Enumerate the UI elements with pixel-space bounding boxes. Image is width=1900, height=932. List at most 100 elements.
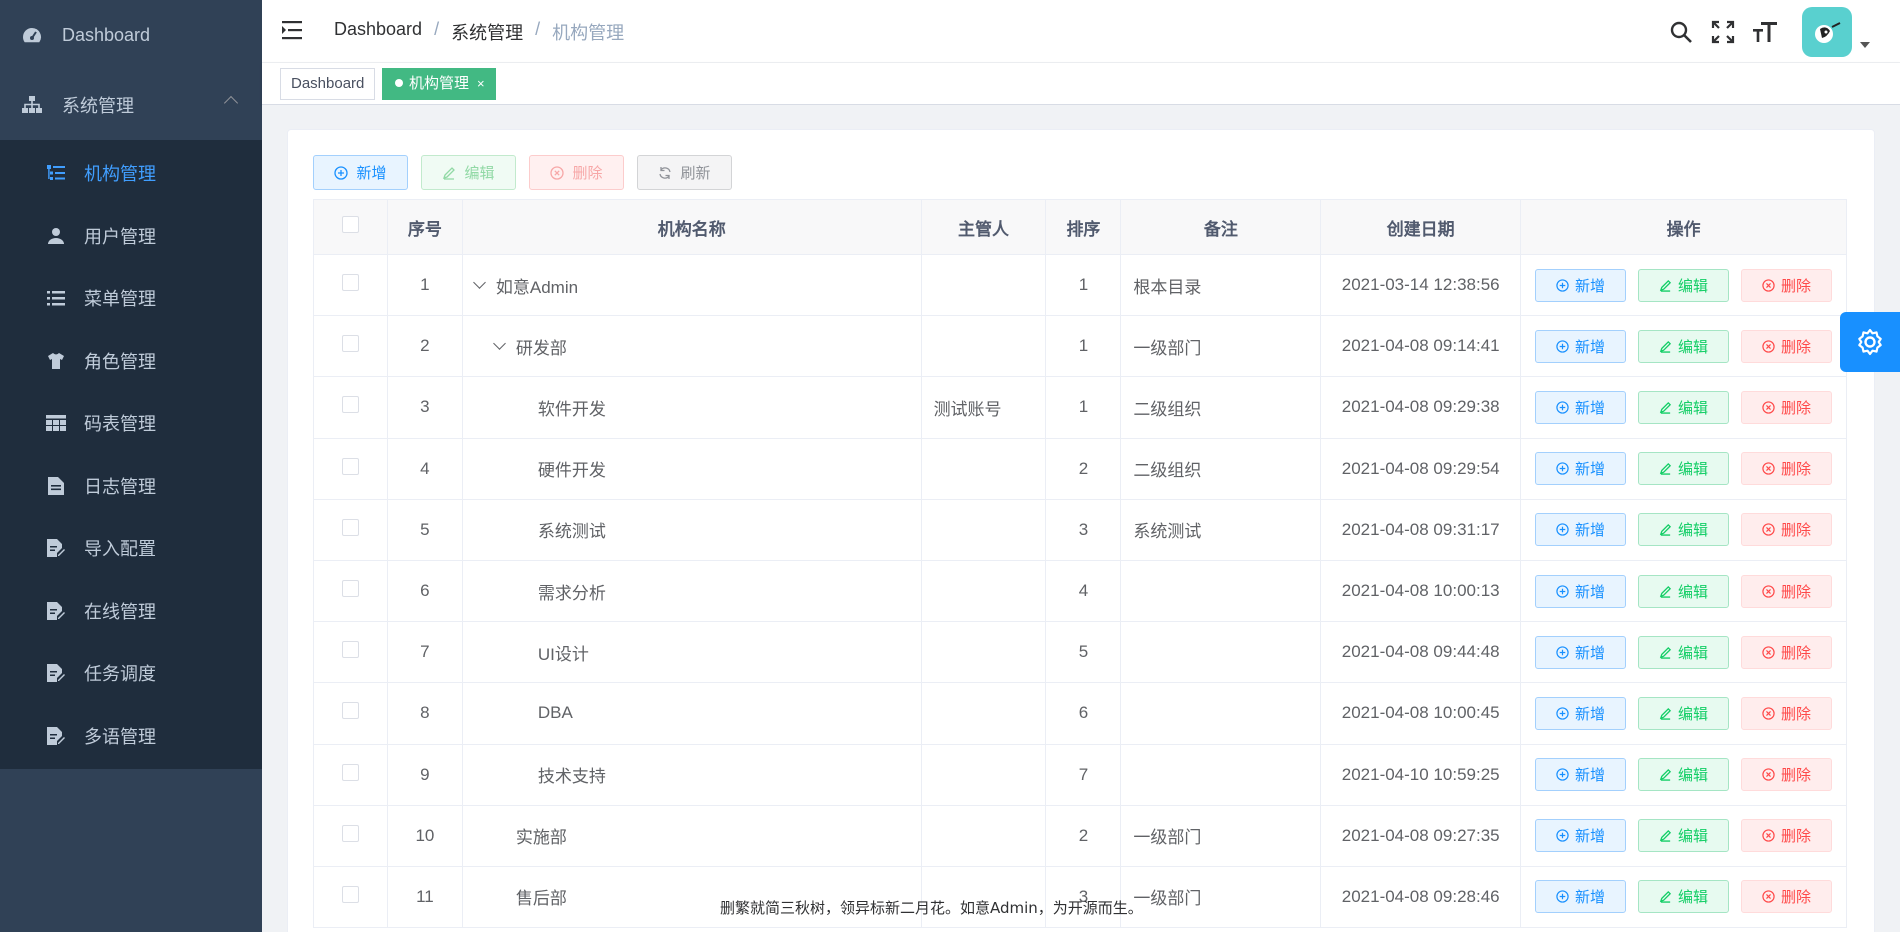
- row-delete-button[interactable]: 删除: [1741, 758, 1833, 792]
- row-edit-button[interactable]: 编辑: [1638, 880, 1730, 914]
- row-delete-button[interactable]: 删除: [1741, 452, 1833, 486]
- sidebar-item[interactable]: 机构管理: [0, 142, 262, 205]
- row-checkbox[interactable]: [341, 274, 359, 292]
- breadcrumb-item[interactable]: Dashboard: [334, 19, 422, 45]
- sidebar-item[interactable]: 码表管理: [0, 392, 262, 455]
- row-add-button[interactable]: 新增: [1535, 268, 1627, 302]
- row-delete-button[interactable]: 删除: [1741, 390, 1833, 424]
- row-add-button[interactable]: 新增: [1535, 635, 1627, 669]
- row-edit-button[interactable]: 编辑: [1638, 452, 1730, 486]
- row-edit-button[interactable]: 编辑: [1638, 819, 1730, 853]
- row-delete-button[interactable]: 删除: [1741, 880, 1833, 914]
- row-checkbox[interactable]: [341, 885, 359, 903]
- sidebar-item[interactable]: 任务调度: [0, 642, 262, 705]
- table-row[interactable]: 8 DBA 6 2021-04-08 10:00:45 新增 编辑 删除: [313, 682, 1847, 745]
- row-add-button[interactable]: 新增: [1535, 696, 1627, 730]
- row-edit-button[interactable]: 编辑: [1638, 574, 1730, 608]
- select-all-checkbox[interactable]: [341, 216, 359, 233]
- font-size-icon[interactable]: [1752, 19, 1778, 45]
- row-checkbox[interactable]: [341, 702, 359, 720]
- sidebar-item[interactable]: 角色管理: [0, 330, 262, 393]
- row-add-button[interactable]: 新增: [1535, 758, 1627, 792]
- table-row[interactable]: 5 系统测试 3 系统测试 2021-04-08 09:31:17 新增 编辑 删除: [313, 498, 1847, 561]
- table-row[interactable]: 10 实施部 2 一级部门 2021-04-08 09:27:35 新增 编辑 删除: [313, 804, 1847, 867]
- select-cell: [313, 804, 388, 867]
- row-edit-button[interactable]: 编辑: [1638, 513, 1730, 547]
- row-checkbox[interactable]: [341, 824, 359, 842]
- edit-button[interactable]: 编辑: [421, 155, 516, 190]
- search-icon[interactable]: [1668, 19, 1694, 45]
- caret-down-icon[interactable]: [1860, 41, 1870, 48]
- sidebar-item[interactable]: 日志管理: [0, 455, 262, 518]
- table-row[interactable]: 1 如意Admin 1 根本目录 2021-03-14 12:38:56 新增 编辑 删除: [313, 253, 1847, 317]
- breadcrumb-item[interactable]: 系统管理: [451, 19, 523, 45]
- row-delete-button[interactable]: 删除: [1741, 696, 1833, 730]
- cell-sort: 3: [1045, 498, 1122, 561]
- settings-gear-button[interactable]: [1840, 312, 1900, 372]
- tag-dashboard[interactable]: Dashboard: [280, 68, 376, 100]
- refresh-button[interactable]: 刷新: [637, 155, 732, 190]
- row-add-button[interactable]: 新增: [1535, 329, 1627, 363]
- row-edit-button[interactable]: 编辑: [1638, 696, 1730, 730]
- cell-remark: 一级部门: [1120, 865, 1322, 929]
- button-label: 新增: [1575, 522, 1606, 540]
- row-edit-button[interactable]: 编辑: [1638, 758, 1730, 792]
- expand-arrow-icon[interactable]: [473, 275, 486, 289]
- sidebar-item-label: 菜单管理: [84, 289, 156, 310]
- sidebar-item[interactable]: 导入配置: [0, 517, 262, 580]
- cell-remark: [1120, 559, 1322, 623]
- row-delete-button[interactable]: 删除: [1741, 329, 1833, 363]
- row-checkbox[interactable]: [341, 580, 359, 598]
- button-label: 编辑: [1678, 705, 1709, 723]
- table-row[interactable]: 9 技术支持 7 2021-04-10 10:59:25 新增 编辑 删除: [313, 743, 1847, 806]
- row-delete-button[interactable]: 删除: [1741, 574, 1833, 608]
- close-icon[interactable]: ×: [477, 76, 485, 91]
- row-checkbox[interactable]: [341, 335, 359, 353]
- row-add-button[interactable]: 新增: [1535, 574, 1627, 608]
- row-edit-button[interactable]: 编辑: [1638, 268, 1730, 302]
- sidebar-item[interactable]: 菜单管理: [0, 267, 262, 330]
- select-cell: [313, 559, 388, 623]
- sidebar-group-system[interactable]: 系统管理: [0, 70, 262, 140]
- row-add-button[interactable]: 新增: [1535, 452, 1627, 486]
- close-circle-icon: [1762, 278, 1775, 292]
- row-add-button[interactable]: 新增: [1535, 819, 1627, 853]
- row-checkbox[interactable]: [341, 396, 359, 414]
- row-delete-button[interactable]: 删除: [1741, 268, 1833, 302]
- row-checkbox[interactable]: [341, 518, 359, 536]
- row-delete-button[interactable]: 删除: [1741, 513, 1833, 547]
- row-edit-button[interactable]: 编辑: [1638, 635, 1730, 669]
- row-add-button[interactable]: 新增: [1535, 390, 1627, 424]
- user-avatar[interactable]: [1802, 6, 1852, 57]
- column-header: 机构名称: [461, 199, 922, 255]
- row-delete-button[interactable]: 删除: [1741, 819, 1833, 853]
- row-edit-button[interactable]: 编辑: [1638, 329, 1730, 363]
- add-button[interactable]: 新增: [313, 155, 408, 190]
- sidebar-item[interactable]: 用户管理: [0, 205, 262, 268]
- sidebar-item-dashboard[interactable]: Dashboard: [0, 0, 262, 70]
- table-row[interactable]: 2 研发部 1 一级部门 2021-04-08 09:14:41 新增 编辑 删除: [313, 315, 1847, 378]
- table-row[interactable]: 6 需求分析 4 2021-04-08 10:00:13 新增 编辑 删除: [313, 559, 1847, 623]
- row-edit-button[interactable]: 编辑: [1638, 390, 1730, 424]
- tag-org-management[interactable]: 机构管理 ×: [382, 68, 496, 100]
- cell-date: 2021-04-08 09:27:35: [1320, 804, 1522, 867]
- row-checkbox[interactable]: [341, 641, 359, 659]
- row-checkbox[interactable]: [341, 457, 359, 475]
- row-checkbox[interactable]: [341, 763, 359, 781]
- hamburger-icon[interactable]: [282, 20, 304, 40]
- table-row[interactable]: 4 硬件开发 2 二级组织 2021-04-08 09:29:54 新增 编辑 删除: [313, 437, 1847, 500]
- edit-document-icon: [46, 601, 66, 621]
- cell-date: 2021-04-08 10:00:45: [1320, 682, 1522, 745]
- shirt-icon: [46, 351, 66, 371]
- sidebar-item[interactable]: 多语管理: [0, 705, 262, 768]
- delete-button[interactable]: 删除: [529, 155, 624, 190]
- cell-manager: [920, 498, 1047, 561]
- sidebar-item[interactable]: 在线管理: [0, 580, 262, 643]
- row-delete-button[interactable]: 删除: [1741, 635, 1833, 669]
- fullscreen-icon[interactable]: [1710, 19, 1736, 45]
- table-row[interactable]: 7 UI设计 5 2021-04-08 09:44:48 新增 编辑 删除: [313, 621, 1847, 684]
- expand-arrow-icon[interactable]: [493, 336, 506, 350]
- row-add-button[interactable]: 新增: [1535, 880, 1627, 914]
- table-row[interactable]: 3 软件开发 测试账号 1 二级组织 2021-04-08 09:29:38 新增 编辑 删除: [313, 376, 1847, 439]
- row-add-button[interactable]: 新增: [1535, 513, 1627, 547]
